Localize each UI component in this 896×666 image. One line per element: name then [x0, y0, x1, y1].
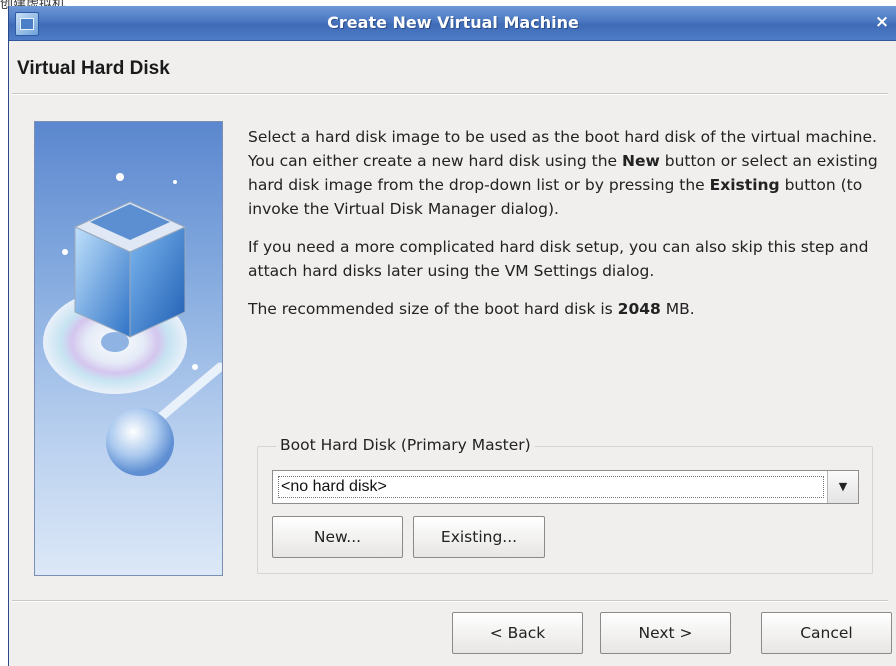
existing-disk-button[interactable]: Existing...: [413, 516, 545, 558]
page-title: Virtual Hard Disk: [17, 58, 170, 79]
new-disk-button[interactable]: New...: [272, 516, 403, 558]
cancel-button[interactable]: Cancel: [761, 612, 892, 654]
dropdown-arrow-icon[interactable]: ▼: [827, 471, 858, 503]
hard-disk-select-value: <no hard disk>: [278, 476, 824, 498]
description-paragraph-2: If you need a more complicated hard disk…: [248, 238, 869, 280]
title-bar[interactable]: Create New Virtual Machine ×: [9, 6, 896, 41]
virtualbox-cube-artwork: [34, 121, 223, 576]
description-text: Select a hard disk image to be used as t…: [248, 125, 878, 335]
window-title: Create New Virtual Machine: [327, 13, 579, 32]
boot-hard-disk-group-title: Boot Hard Disk (Primary Master): [276, 436, 535, 454]
back-button[interactable]: < Back: [452, 612, 583, 654]
close-icon[interactable]: ×: [871, 11, 893, 33]
recommended-size-text: The recommended size of the boot hard di…: [248, 300, 695, 318]
divider-top: [12, 93, 888, 95]
hard-disk-select[interactable]: <no hard disk> ▼: [272, 470, 859, 504]
next-button[interactable]: Next >: [600, 612, 731, 654]
divider-bottom: [12, 600, 888, 602]
description-paragraph-1: Select a hard disk image to be used as t…: [248, 128, 878, 218]
